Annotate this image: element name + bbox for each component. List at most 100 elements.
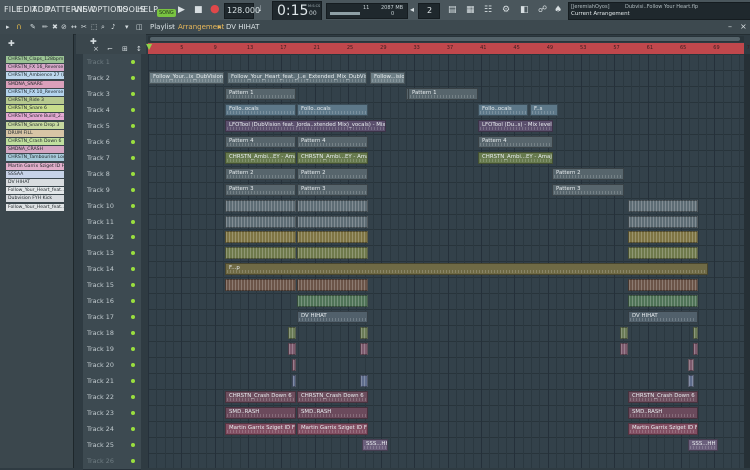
playlist-block[interactable] — [288, 327, 296, 340]
track-header[interactable]: Track 1 — [83, 54, 141, 71]
playlist-block[interactable] — [225, 215, 296, 228]
browser-icon[interactable]: ▦ — [466, 5, 475, 15]
track-header[interactable]: Track 12 — [83, 229, 141, 247]
track-header[interactable]: Track 5 — [83, 117, 141, 135]
song-mode-toggle[interactable]: SONG — [157, 9, 176, 17]
playlist-block[interactable] — [292, 375, 296, 387]
channel-menu-icon[interactable]: ▸ — [6, 22, 10, 32]
track-mute-led[interactable] — [131, 442, 135, 447]
slice-tool-icon[interactable]: ✂ — [81, 22, 87, 32]
record-icon[interactable]: ● — [210, 3, 220, 14]
window-close-icon[interactable]: × — [740, 22, 747, 32]
arrange-menu-icon[interactable]: ▾ — [125, 22, 129, 32]
track-mute-led[interactable] — [131, 410, 135, 415]
playlist-clip[interactable]: CHRSTN_Crash Down 6 — [297, 390, 368, 403]
snap-icon[interactable]: ▤ — [448, 5, 457, 15]
channel-item[interactable]: DRUM FILL — [6, 129, 64, 137]
playlist-clip[interactable]: Follo..ocals — [225, 103, 296, 116]
track-header[interactable]: Track 9 — [83, 181, 141, 199]
track-mute-led[interactable] — [131, 394, 135, 399]
track-mute-led[interactable] — [131, 75, 135, 80]
track-header[interactable]: Track 14 — [83, 261, 141, 279]
playlist-clip[interactable]: CHRSTN_Crash Down 6 — [225, 390, 296, 403]
playlist-clip[interactable]: F..s — [530, 103, 558, 116]
track-header[interactable]: Track 22 — [83, 388, 141, 406]
track-mute-led[interactable] — [131, 91, 135, 96]
track-mute-led[interactable] — [131, 203, 135, 208]
playlist-block[interactable] — [628, 215, 698, 228]
track-header[interactable]: Track 6 — [83, 133, 141, 151]
playlist-block[interactable] — [297, 231, 368, 244]
playlist-clip[interactable]: Pattern 1 — [225, 87, 296, 100]
playlist-clip[interactable]: SSS...HH — [688, 438, 718, 451]
playlist-clip[interactable]: Pattern 3 — [552, 183, 624, 196]
playlist-clip[interactable]: Follo..ocals — [297, 103, 368, 116]
track-header[interactable]: Track 19 — [83, 341, 141, 359]
playlist-clip[interactable]: Martin Garrix Sziget ID FX — [297, 422, 368, 435]
playlist-clip[interactable]: Pattern 3 — [297, 183, 368, 196]
channel-item[interactable]: CHRSTN_Snare Build_2.. — [6, 113, 64, 121]
track-header[interactable]: Track 13 — [83, 245, 141, 263]
channel-item[interactable]: Dubvision FYH Kick — [6, 195, 64, 203]
playlist-clip[interactable]: Pattern 1 — [408, 87, 478, 100]
mute-tool-icon[interactable]: ⊘ — [61, 22, 67, 32]
playlist-block[interactable] — [297, 199, 368, 212]
track-mute-led[interactable] — [131, 251, 135, 256]
playlist-block[interactable] — [628, 295, 698, 308]
playlist-clip[interactable]: DV HIHAT — [297, 311, 368, 324]
track-mute-led[interactable] — [131, 299, 135, 304]
pattern-selector[interactable]: 2 — [418, 3, 440, 19]
add-channel-icon[interactable]: ✚ — [8, 39, 15, 49]
playlist-clip[interactable]: Follow_Your_Heart_feat._J..e_Extended_Mi… — [227, 71, 367, 84]
track-header[interactable]: Track 23 — [83, 404, 141, 422]
select-tool-icon[interactable]: ⬚ — [91, 22, 98, 32]
track-header[interactable]: Track 4 — [83, 101, 141, 119]
channel-item[interactable]: CHRSTN_Ride 3 — [6, 97, 64, 104]
mixer-icon[interactable]: ⚙ — [502, 5, 510, 15]
metronome-icon[interactable]: ♩ — [258, 4, 262, 14]
playlist-block[interactable] — [628, 279, 698, 292]
playlist-clip[interactable]: SMD..RASH — [225, 406, 296, 419]
plugin-picker-icon[interactable]: ◧ — [520, 5, 529, 15]
track-header[interactable]: Track 8 — [83, 165, 141, 183]
track-mute-led[interactable] — [131, 331, 135, 336]
playlist-block[interactable] — [297, 279, 368, 292]
playlist-block[interactable] — [297, 295, 368, 308]
playlist-clip[interactable]: Pattern 2 — [225, 167, 296, 180]
playlist-clip[interactable]: CHRSTN_Ambi...EY - Amaj — [478, 151, 553, 164]
channel-item[interactable]: CHRSTN_Tambourine Loop.. — [6, 154, 64, 162]
channel-item[interactable]: CHRSTN_Ambience 27 (B.. — [6, 72, 64, 80]
channel-item[interactable]: SMDNA_CRASH — [6, 146, 64, 154]
playlist-block[interactable] — [225, 279, 296, 292]
magnet-icon[interactable]: ∩ — [16, 22, 22, 32]
stop-icon[interactable]: ■ — [194, 5, 203, 15]
playlist-block[interactable] — [620, 327, 628, 340]
playlist-block[interactable] — [693, 327, 698, 340]
delete-tool-icon[interactable]: ✖ — [52, 22, 58, 32]
channel-rack-icon[interactable]: ☷ — [484, 5, 492, 15]
playlist-clip[interactable]: CHRSTN_Ambi...EY - Amaj — [297, 151, 368, 164]
playlist-clip[interactable]: Pattern 4 — [225, 135, 296, 148]
playlist-block[interactable] — [297, 247, 368, 260]
menu-help[interactable]: HELP — [137, 5, 158, 14]
playlist-block[interactable] — [297, 215, 368, 228]
track-header[interactable]: Track 20 — [83, 357, 141, 375]
track-mute-led[interactable] — [131, 171, 135, 176]
channel-item[interactable]: CHRSTN_FX 10_Reverse — [6, 88, 64, 96]
track-header[interactable]: Track 17 — [83, 309, 141, 327]
channel-item[interactable]: Follow_Your_Heart_feat.. — [6, 187, 64, 195]
track-mute-led[interactable] — [131, 235, 135, 240]
track-cross-icon[interactable]: × — [93, 44, 99, 54]
piano-roll-icon[interactable]: ☍ — [538, 5, 547, 15]
track-mute-led[interactable] — [131, 315, 135, 320]
track-menu-icon[interactable]: ⊞ — [122, 44, 128, 54]
track-header[interactable]: Track 18 — [83, 325, 141, 343]
channel-item[interactable]: CHRSTN_Claps_128bpm — [6, 56, 64, 63]
play-icon[interactable]: ▶ — [178, 5, 185, 15]
tempo-display[interactable]: 128.000 — [224, 3, 260, 19]
playlist-clip[interactable]: CHRSTN_Crash Down 6 — [628, 390, 698, 403]
track-header[interactable]: Track 7 — [83, 149, 141, 167]
time-display[interactable]: 0:15 M:S:CS 00 — [272, 1, 322, 21]
vertical-scrollbar[interactable] — [744, 54, 750, 468]
playlist-grid[interactable]: Follow_Your...ix_DubVision Follow_Your_He… — [148, 54, 744, 468]
